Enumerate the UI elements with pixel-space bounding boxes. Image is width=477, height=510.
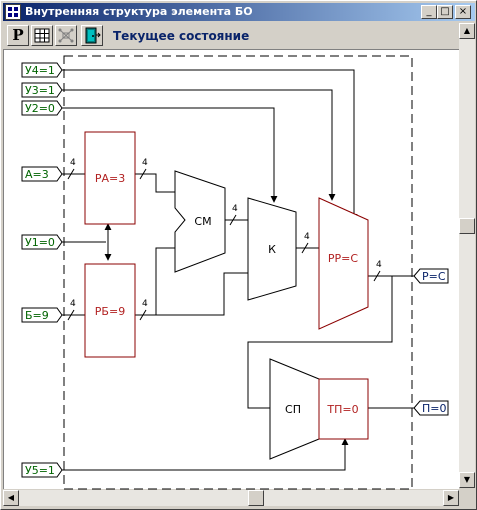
scroll-left-button[interactable]: ◀ [3,490,19,506]
output-label-pp: П=0 [422,402,447,415]
window-title: Внутренняя структура элемента БО [25,5,253,18]
input-label-u3: У3=1 [25,84,55,97]
input-labels: У4=1 У3=1 У2=0 А=3 У1=0 Б=9 У5=1 [25,64,55,477]
bus-width-label: 4 [142,158,148,168]
network-icon [58,28,74,43]
scroll-right-button[interactable]: ▶ [443,490,459,506]
input-label-u5: У5=1 [25,464,55,477]
application-window: Внутренняя структура элемента БО _ □ × P [0,0,477,510]
minimize-icon: _ [426,6,432,17]
close-icon: × [458,6,468,17]
grid-icon [34,28,50,43]
unit-label-sm: СМ [194,215,211,228]
rb-to-k [156,272,248,316]
horizontal-scrollbar[interactable]: ◀ ▶ [3,490,459,506]
vertical-scroll-thumb[interactable] [459,218,475,234]
input-pins [21,62,63,478]
arrow-right-icon: ▶ [447,493,455,502]
input-label-u1: У1=0 [25,236,55,249]
input-label-u4: У4=1 [25,64,55,77]
arrow-down-icon: ▼ [463,475,471,484]
bus-width-label: 4 [376,260,382,270]
minimize-button[interactable]: _ [421,5,437,19]
size-grip[interactable] [459,490,475,506]
output-label-p: Р=С [422,270,446,283]
door-exit-icon [85,27,101,44]
vertical-scrollbar[interactable]: ▲ ▼ [459,23,475,488]
unit-label-tp: ТП=0 [326,403,358,416]
title-bar[interactable]: Внутренняя структура элемента БО _ □ × [3,3,475,21]
scroll-up-button[interactable]: ▲ [459,23,475,39]
bus-width-label: 4 [142,299,148,309]
scroll-down-button[interactable]: ▼ [459,472,475,488]
unit-label-rr: РР=С [328,252,358,265]
exit-button[interactable] [81,25,103,46]
rb-to-sm [135,247,175,316]
horizontal-scroll-thumb[interactable] [248,490,264,506]
bus-width-label: 4 [232,204,238,214]
arrow-left-icon: ◀ [7,493,15,502]
grid-button[interactable] [31,25,53,46]
toolbar: P Текущее состояние [3,23,457,47]
input-label-u2: У2=0 [25,102,55,115]
unit-label-sp: СП [285,403,301,416]
unit-label-k: К [268,243,276,256]
state-label: Текущее состояние [113,29,250,43]
input-label-a: А=3 [25,168,49,181]
registers-button[interactable]: P [7,25,29,46]
unit-label-ra: РА=3 [95,172,125,185]
close-button[interactable]: × [455,5,471,19]
bus-width-label: 4 [70,158,76,168]
network-button[interactable] [55,25,77,46]
bus-width-label: 4 [304,232,310,242]
maximize-button[interactable]: □ [437,5,453,19]
unit-label-rb: РБ=9 [95,305,125,318]
bus-width-label: 4 [70,299,76,309]
structure-diagram: 4 4 4 4 4 4 4 У4=1 У3=1 У2=0 А=3 У1=0 Б=… [21,55,449,490]
diagram-canvas: 4 4 4 4 4 4 4 У4=1 У3=1 У2=0 А=3 У1=0 Б=… [3,49,459,490]
arrow-up-icon: ▲ [463,26,471,35]
registers-icon: P [12,26,24,44]
maximize-icon: □ [440,6,450,17]
app-icon [5,4,21,20]
input-label-b: Б=9 [25,309,49,322]
